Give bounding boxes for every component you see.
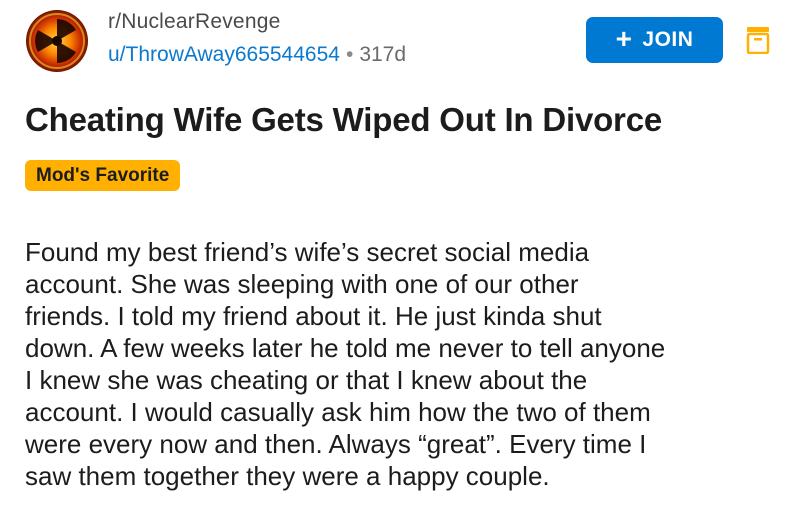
body-line: I knew she was cheating or that I knew a… <box>25 365 588 395</box>
subreddit-name[interactable]: r/NuclearRevenge <box>108 10 280 34</box>
body-line: friends. I told my friend about it. He j… <box>25 301 602 331</box>
body-line: saw them together they were a happy coup… <box>25 461 550 491</box>
plus-icon: + <box>615 22 633 54</box>
body-line: down. A few weeks later he told me never… <box>25 333 666 363</box>
bookmark-save-icon[interactable] <box>746 26 770 55</box>
post-title[interactable]: Cheating Wife Gets Wiped Out In Divorce <box>25 101 662 139</box>
post-age: 317d <box>359 43 407 66</box>
join-button[interactable]: + JOIN <box>586 17 723 63</box>
post-flair-badge[interactable]: Mod's Favorite <box>25 160 181 191</box>
body-line: Found my best friend’s wife’s secret soc… <box>25 237 590 267</box>
join-label: JOIN <box>642 28 694 51</box>
body-line: were every now and then. Always “great”.… <box>25 429 647 459</box>
radiation-icon <box>29 13 85 69</box>
post-body: Found my best friend’s wife’s secret soc… <box>25 236 795 492</box>
post-header: r/NuclearRevenge u/ThrowAway665544654 • 31… <box>0 0 800 90</box>
body-line: account. I would casually ask him how th… <box>25 397 651 427</box>
subreddit-avatar[interactable] <box>26 10 88 72</box>
body-line: account. She was sleeping with one of ou… <box>25 269 579 299</box>
meta-separator: • <box>345 43 354 66</box>
post-meta: u/ThrowAway665544654 • 317d <box>108 43 406 67</box>
author-link[interactable]: u/ThrowAway665544654 <box>108 43 340 66</box>
